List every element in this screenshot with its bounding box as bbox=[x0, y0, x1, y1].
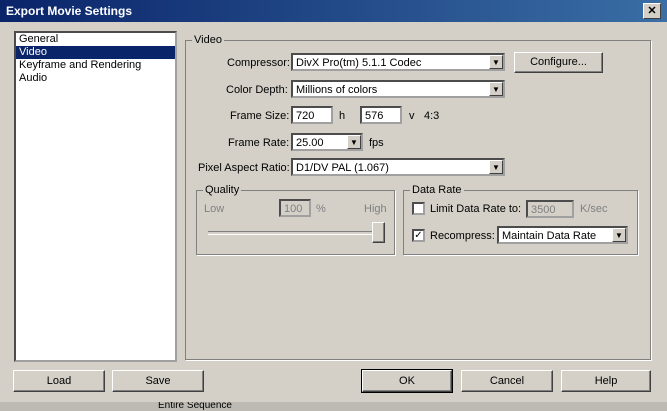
check-icon: ✓ bbox=[414, 230, 423, 241]
cancel-button[interactable]: Cancel bbox=[461, 370, 553, 392]
data-rate-value: 3500 bbox=[531, 204, 556, 216]
background-strip: Entire Sequence bbox=[0, 402, 667, 411]
data-rate-unit-label: K/sec bbox=[580, 203, 608, 215]
help-button-label: Help bbox=[594, 375, 618, 387]
quality-high-label: High bbox=[364, 203, 387, 215]
recompress-label: Recompress: bbox=[430, 230, 495, 242]
frame-height-value: 576 bbox=[365, 110, 384, 122]
color-depth-value: Millions of colors bbox=[296, 84, 378, 96]
quality-value: 100 bbox=[284, 203, 303, 215]
chevron-down-icon[interactable]: ▼ bbox=[489, 82, 503, 96]
compressor-value: DivX Pro(tm) 5.1.1 Codec bbox=[296, 57, 422, 69]
configure-button[interactable]: Configure... bbox=[514, 52, 603, 73]
data-rate-value-field: 3500 bbox=[526, 200, 574, 218]
sidebar-item-audio[interactable]: Audio bbox=[16, 72, 175, 85]
recompress-select[interactable]: Maintain Data Rate ▼ bbox=[497, 226, 628, 244]
limit-data-rate-label: Limit Data Rate to: bbox=[430, 203, 522, 215]
frame-size-label: Frame Size: bbox=[230, 110, 290, 122]
color-depth-select[interactable]: Millions of colors ▼ bbox=[291, 80, 505, 98]
quality-slider-thumb[interactable] bbox=[372, 222, 385, 243]
recompress-checkbox[interactable]: ✓ bbox=[412, 229, 425, 242]
par-label: Pixel Aspect Ratio: bbox=[198, 162, 290, 174]
ok-button[interactable]: OK bbox=[361, 369, 453, 393]
window-title: Export Movie Settings bbox=[6, 4, 133, 18]
ok-button-label: OK bbox=[399, 375, 415, 387]
load-button[interactable]: Load bbox=[13, 370, 105, 392]
cancel-button-label: Cancel bbox=[489, 375, 525, 387]
close-icon[interactable]: ✕ bbox=[643, 3, 661, 19]
recompress-value: Maintain Data Rate bbox=[502, 230, 597, 242]
quality-low-label: Low bbox=[204, 203, 225, 215]
background-text: Entire Sequence bbox=[158, 402, 232, 411]
chevron-down-icon[interactable]: ▼ bbox=[489, 55, 503, 69]
configure-button-label: Configure... bbox=[530, 56, 587, 68]
color-depth-label: Color Depth: bbox=[226, 84, 288, 96]
frame-rate-select[interactable]: 25.00 ▼ bbox=[291, 133, 363, 151]
frame-rate-label: Frame Rate: bbox=[228, 137, 290, 149]
sidebar-item-video[interactable]: Video bbox=[16, 46, 175, 59]
h-label: h bbox=[339, 110, 346, 122]
settings-category-list[interactable]: General Video Keyframe and Rendering Aud… bbox=[14, 31, 177, 362]
title-bar: Export Movie Settings ✕ bbox=[0, 0, 667, 22]
v-label: v bbox=[409, 110, 415, 122]
sidebar-item-general[interactable]: General bbox=[16, 33, 175, 46]
compressor-label: Compressor: bbox=[227, 57, 290, 69]
sidebar-item-keyframe-rendering[interactable]: Keyframe and Rendering bbox=[16, 59, 175, 72]
aspect-label: 4:3 bbox=[424, 110, 440, 122]
chevron-down-icon[interactable]: ▼ bbox=[347, 135, 361, 149]
data-rate-group: Data Rate bbox=[403, 184, 638, 255]
quality-slider-track bbox=[208, 231, 384, 235]
video-group-title: Video bbox=[192, 34, 224, 46]
quality-percent-label: % bbox=[316, 203, 326, 215]
frame-width-value: 720 bbox=[296, 110, 315, 122]
save-button-label: Save bbox=[145, 375, 171, 387]
save-button[interactable]: Save bbox=[112, 370, 204, 392]
limit-data-rate-checkbox[interactable] bbox=[412, 202, 425, 215]
compressor-select[interactable]: DivX Pro(tm) 5.1.1 Codec ▼ bbox=[291, 53, 505, 71]
chevron-down-icon[interactable]: ▼ bbox=[489, 160, 503, 174]
par-value: D1/DV PAL (1.067) bbox=[296, 162, 389, 174]
quality-group-title: Quality bbox=[203, 184, 242, 196]
par-select[interactable]: D1/DV PAL (1.067) ▼ bbox=[291, 158, 505, 176]
chevron-down-icon[interactable]: ▼ bbox=[612, 228, 626, 242]
data-rate-group-title: Data Rate bbox=[410, 184, 464, 196]
load-button-label: Load bbox=[46, 375, 72, 387]
frame-width-input[interactable]: 720 bbox=[291, 106, 333, 124]
frame-rate-value: 25.00 bbox=[296, 137, 324, 149]
fps-label: fps bbox=[369, 137, 384, 149]
frame-height-input[interactable]: 576 bbox=[360, 106, 402, 124]
help-button[interactable]: Help bbox=[561, 370, 651, 392]
quality-value-field: 100 bbox=[279, 199, 311, 217]
